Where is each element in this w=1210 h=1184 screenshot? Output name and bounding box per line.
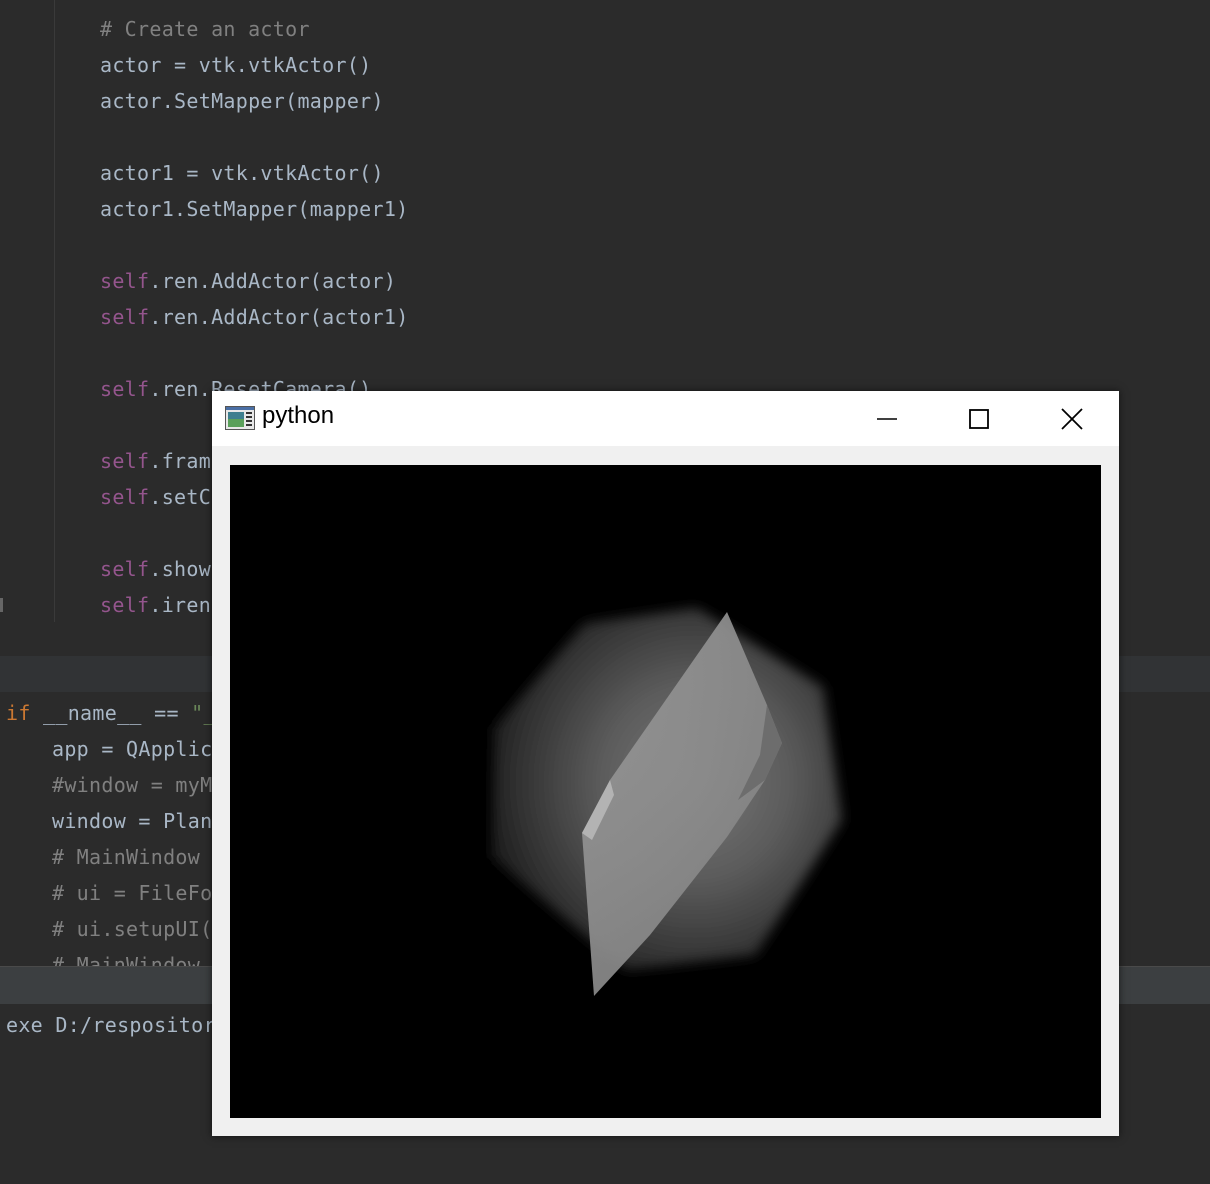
code-line[interactable]: # MainWindow.s (52, 953, 225, 966)
self-keyword: self (100, 449, 150, 473)
maximize-button[interactable] (934, 391, 1024, 446)
minimize-icon (877, 417, 897, 420)
minimize-button[interactable] (842, 391, 932, 446)
code-line[interactable]: #window = myMa (52, 773, 225, 797)
window-title: python (262, 402, 335, 429)
code-line[interactable]: self.iren. (100, 593, 223, 617)
code-line[interactable]: actor1 = vtk.vtkActor() (100, 161, 384, 185)
window-titlebar[interactable]: python (212, 391, 1119, 446)
gutter-divider (54, 0, 55, 622)
code-line[interactable]: actor = vtk.vtkActor() (100, 53, 372, 77)
code-line[interactable]: # ui.setupUI(M (52, 917, 225, 941)
code-text: __name__ == (30, 701, 192, 725)
vtk-render-viewport[interactable] (230, 465, 1101, 1118)
code-line[interactable]: self.ren.AddActor(actor1) (100, 305, 409, 329)
self-keyword: self (100, 557, 150, 581)
code-line[interactable]: if __name__ == "_ (6, 701, 216, 725)
code-text: .show (149, 557, 212, 581)
close-button[interactable] (1027, 391, 1117, 446)
gutter-fold-marker[interactable] (0, 598, 3, 612)
python-window-icon (225, 406, 255, 430)
maximize-icon (969, 408, 989, 429)
self-keyword: self (100, 269, 150, 293)
code-line[interactable]: # ui = FileFol (52, 881, 225, 905)
code-line[interactable]: app = QApplica (52, 737, 225, 761)
python-render-window[interactable]: python (212, 391, 1119, 1136)
self-keyword: self (100, 593, 150, 617)
self-keyword: self (100, 377, 150, 401)
close-icon (1061, 407, 1083, 430)
code-line[interactable]: # MainWindow = (52, 845, 225, 869)
code-text: .ren.AddActor(actor1) (149, 305, 409, 329)
code-text: .ren.AddActor(actor) (149, 269, 397, 293)
code-line[interactable]: actor1.SetMapper(mapper1) (100, 197, 409, 221)
self-keyword: self (100, 485, 150, 509)
self-keyword: self (100, 305, 150, 329)
console-line[interactable]: exe D:/respository (6, 1013, 228, 1037)
code-line[interactable]: # Create an actor (100, 17, 310, 41)
render-scene[interactable] (230, 465, 1101, 1118)
code-line[interactable]: self.setCe (100, 485, 223, 509)
code-line[interactable]: actor.SetMapper(mapper) (100, 89, 384, 113)
code-line[interactable]: window = Plane (52, 809, 225, 833)
code-line[interactable]: self.ren.AddActor(actor) (100, 269, 396, 293)
code-line[interactable]: self.frame (100, 449, 223, 473)
if-keyword: if (6, 701, 31, 725)
code-line[interactable]: self.show (100, 557, 211, 581)
